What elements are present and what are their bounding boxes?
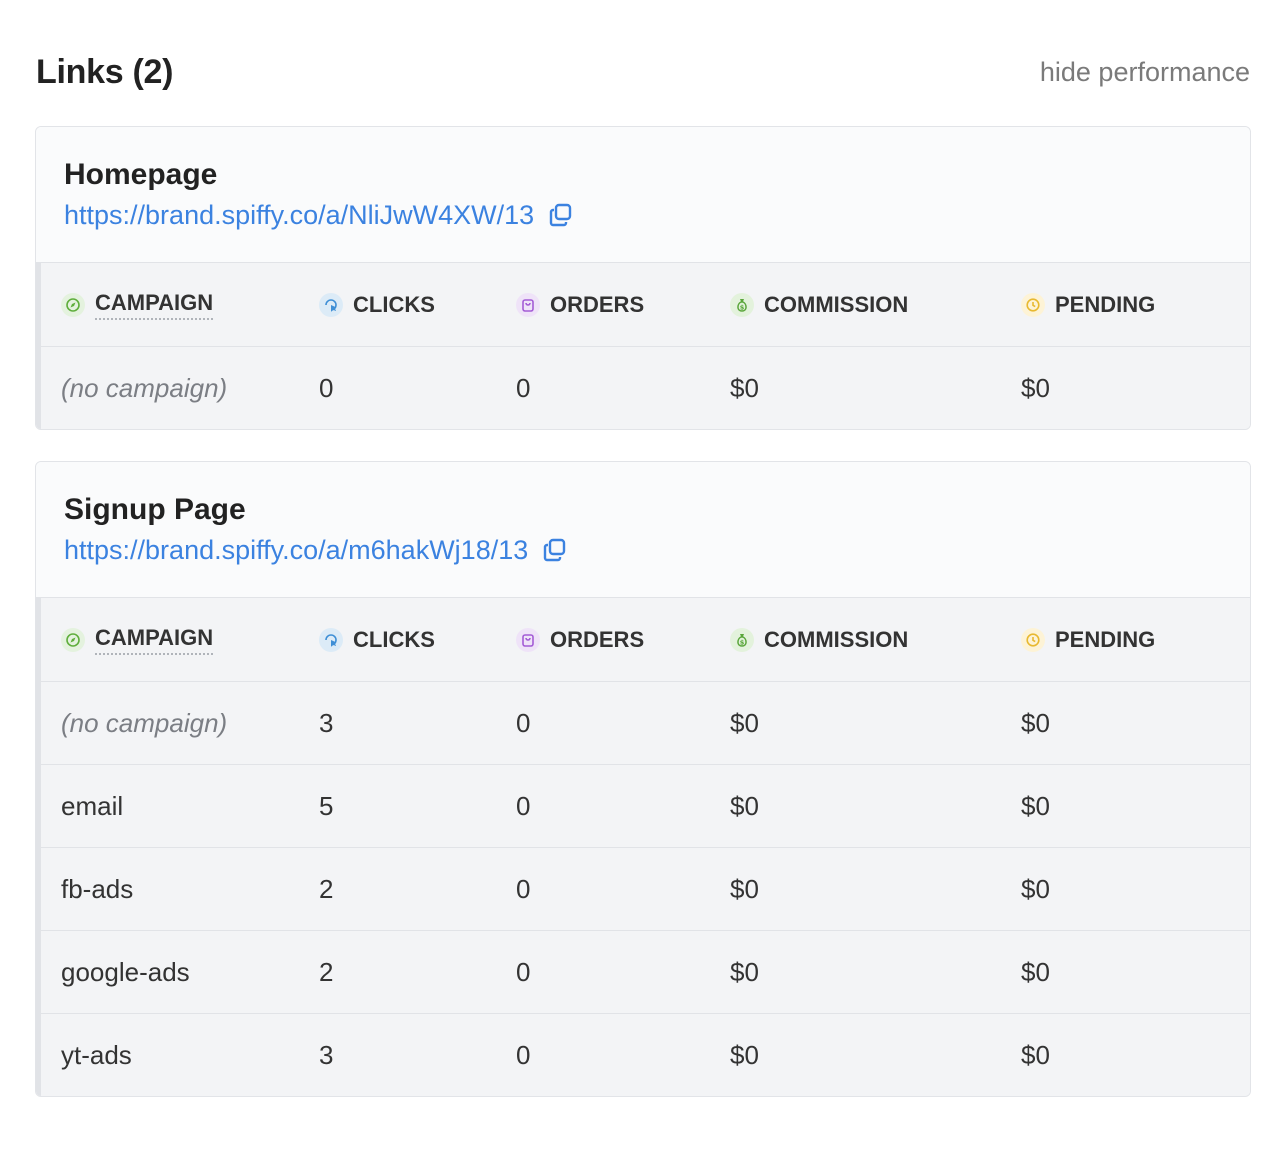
- campaign-cell: fb-ads: [61, 873, 134, 904]
- clock-icon: [1021, 292, 1045, 317]
- table-row: yt-ads 3 0 $0 $0: [41, 1013, 1250, 1096]
- table-row: (no campaign) 3 0 $0 $0: [41, 681, 1250, 764]
- links-header: Links (2) hide performance: [36, 50, 1250, 94]
- svg-text:$: $: [740, 303, 745, 311]
- link-name: Homepage: [64, 158, 218, 191]
- clicks-cell: 3: [319, 1039, 334, 1070]
- link-card-signup-page: Signup Page https://brand.spiffy.co/a/m6…: [35, 461, 1251, 1097]
- clicks-cell: 2: [319, 956, 334, 987]
- links-page: Links (2) hide performance Homepage http…: [0, 0, 1284, 1158]
- copy-icon[interactable]: [548, 202, 574, 228]
- commission-cell: $0: [730, 372, 759, 403]
- pending-cell: $0: [1021, 873, 1050, 904]
- cursor-click-icon: [319, 627, 343, 652]
- pending-cell: $0: [1021, 707, 1050, 738]
- campaign-cell: yt-ads: [61, 1039, 132, 1070]
- col-orders: ORDERS: [516, 627, 730, 653]
- copy-icon[interactable]: [542, 537, 568, 563]
- pending-cell: $0: [1021, 372, 1050, 403]
- commission-header-label: COMMISSION: [764, 626, 909, 652]
- campaign-header-label[interactable]: CAMPAIGN: [95, 290, 214, 320]
- clicks-cell: 0: [319, 372, 334, 403]
- compass-icon: [61, 627, 85, 652]
- link-url-row: https://brand.spiffy.co/a/m6hakWj18/13: [64, 532, 1222, 568]
- campaign-header-label[interactable]: CAMPAIGN: [95, 625, 214, 655]
- col-commission: $ COMMISSION: [730, 292, 1021, 318]
- commission-cell: $0: [730, 790, 759, 821]
- orders-cell: 0: [516, 873, 531, 904]
- clicks-cell: 3: [319, 707, 334, 738]
- link-card-homepage: Homepage https://brand.spiffy.co/a/NliJw…: [35, 126, 1251, 430]
- col-commission: $ COMMISSION: [730, 627, 1021, 653]
- clicks-cell: 5: [319, 790, 334, 821]
- table-row: email 5 0 $0 $0: [41, 764, 1250, 847]
- shopping-bag-icon: [516, 292, 540, 317]
- link-card-header: Signup Page https://brand.spiffy.co/a/m6…: [36, 462, 1250, 597]
- hide-performance-link[interactable]: hide performance: [1040, 57, 1250, 88]
- commission-header-label: COMMISSION: [764, 291, 909, 317]
- col-campaign: CAMPAIGN: [41, 290, 319, 320]
- link-url[interactable]: https://brand.spiffy.co/a/NliJwW4XW/13: [64, 200, 534, 231]
- campaign-cell: email: [61, 790, 124, 821]
- commission-cell: $0: [730, 873, 759, 904]
- link-url[interactable]: https://brand.spiffy.co/a/m6hakWj18/13: [64, 535, 528, 566]
- pending-cell: $0: [1021, 1039, 1050, 1070]
- commission-cell: $0: [730, 1039, 759, 1070]
- money-bag-icon: $: [730, 292, 754, 317]
- clicks-header-label: CLICKS: [353, 291, 435, 317]
- col-pending: PENDING: [1021, 292, 1250, 318]
- clock-icon: [1021, 627, 1045, 652]
- money-bag-icon: $: [730, 627, 754, 652]
- pending-cell: $0: [1021, 956, 1050, 987]
- link-url-row: https://brand.spiffy.co/a/NliJwW4XW/13: [64, 197, 1222, 233]
- page-title: Links (2): [36, 52, 174, 91]
- col-clicks: CLICKS: [319, 627, 516, 653]
- table-row: fb-ads 2 0 $0 $0: [41, 847, 1250, 930]
- orders-header-label: ORDERS: [550, 626, 645, 652]
- table-header-row: CAMPAIGN CLICKS ORDERS $ COMMISSION PEND…: [41, 597, 1250, 681]
- campaign-cell: google-ads: [61, 956, 190, 987]
- compass-icon: [61, 292, 85, 317]
- cursor-click-icon: [319, 292, 343, 317]
- table-row: (no campaign) 0 0 $0 $0: [41, 346, 1250, 429]
- col-campaign: CAMPAIGN: [41, 625, 319, 655]
- performance-table: CAMPAIGN CLICKS ORDERS $ COMMISSION PEND…: [36, 597, 1250, 1096]
- link-card-header: Homepage https://brand.spiffy.co/a/NliJw…: [36, 127, 1250, 262]
- orders-cell: 0: [516, 707, 531, 738]
- table-row: google-ads 2 0 $0 $0: [41, 930, 1250, 1013]
- col-orders: ORDERS: [516, 292, 730, 318]
- col-pending: PENDING: [1021, 627, 1250, 653]
- clicks-header-label: CLICKS: [353, 626, 435, 652]
- clicks-cell: 2: [319, 873, 334, 904]
- campaign-cell: (no campaign): [61, 707, 228, 738]
- pending-header-label: PENDING: [1055, 626, 1156, 652]
- shopping-bag-icon: [516, 627, 540, 652]
- table-header-row: CAMPAIGN CLICKS ORDERS $ COMMISSION PEND…: [41, 262, 1250, 346]
- orders-cell: 0: [516, 1039, 531, 1070]
- orders-cell: 0: [516, 956, 531, 987]
- pending-header-label: PENDING: [1055, 291, 1156, 317]
- link-name: Signup Page: [64, 493, 246, 526]
- commission-cell: $0: [730, 707, 759, 738]
- svg-text:$: $: [740, 638, 745, 646]
- orders-cell: 0: [516, 790, 531, 821]
- pending-cell: $0: [1021, 790, 1050, 821]
- col-clicks: CLICKS: [319, 292, 516, 318]
- orders-header-label: ORDERS: [550, 291, 645, 317]
- orders-cell: 0: [516, 372, 531, 403]
- performance-table: CAMPAIGN CLICKS ORDERS $ COMMISSION PEND…: [36, 262, 1250, 429]
- commission-cell: $0: [730, 956, 759, 987]
- campaign-cell: (no campaign): [61, 372, 228, 403]
